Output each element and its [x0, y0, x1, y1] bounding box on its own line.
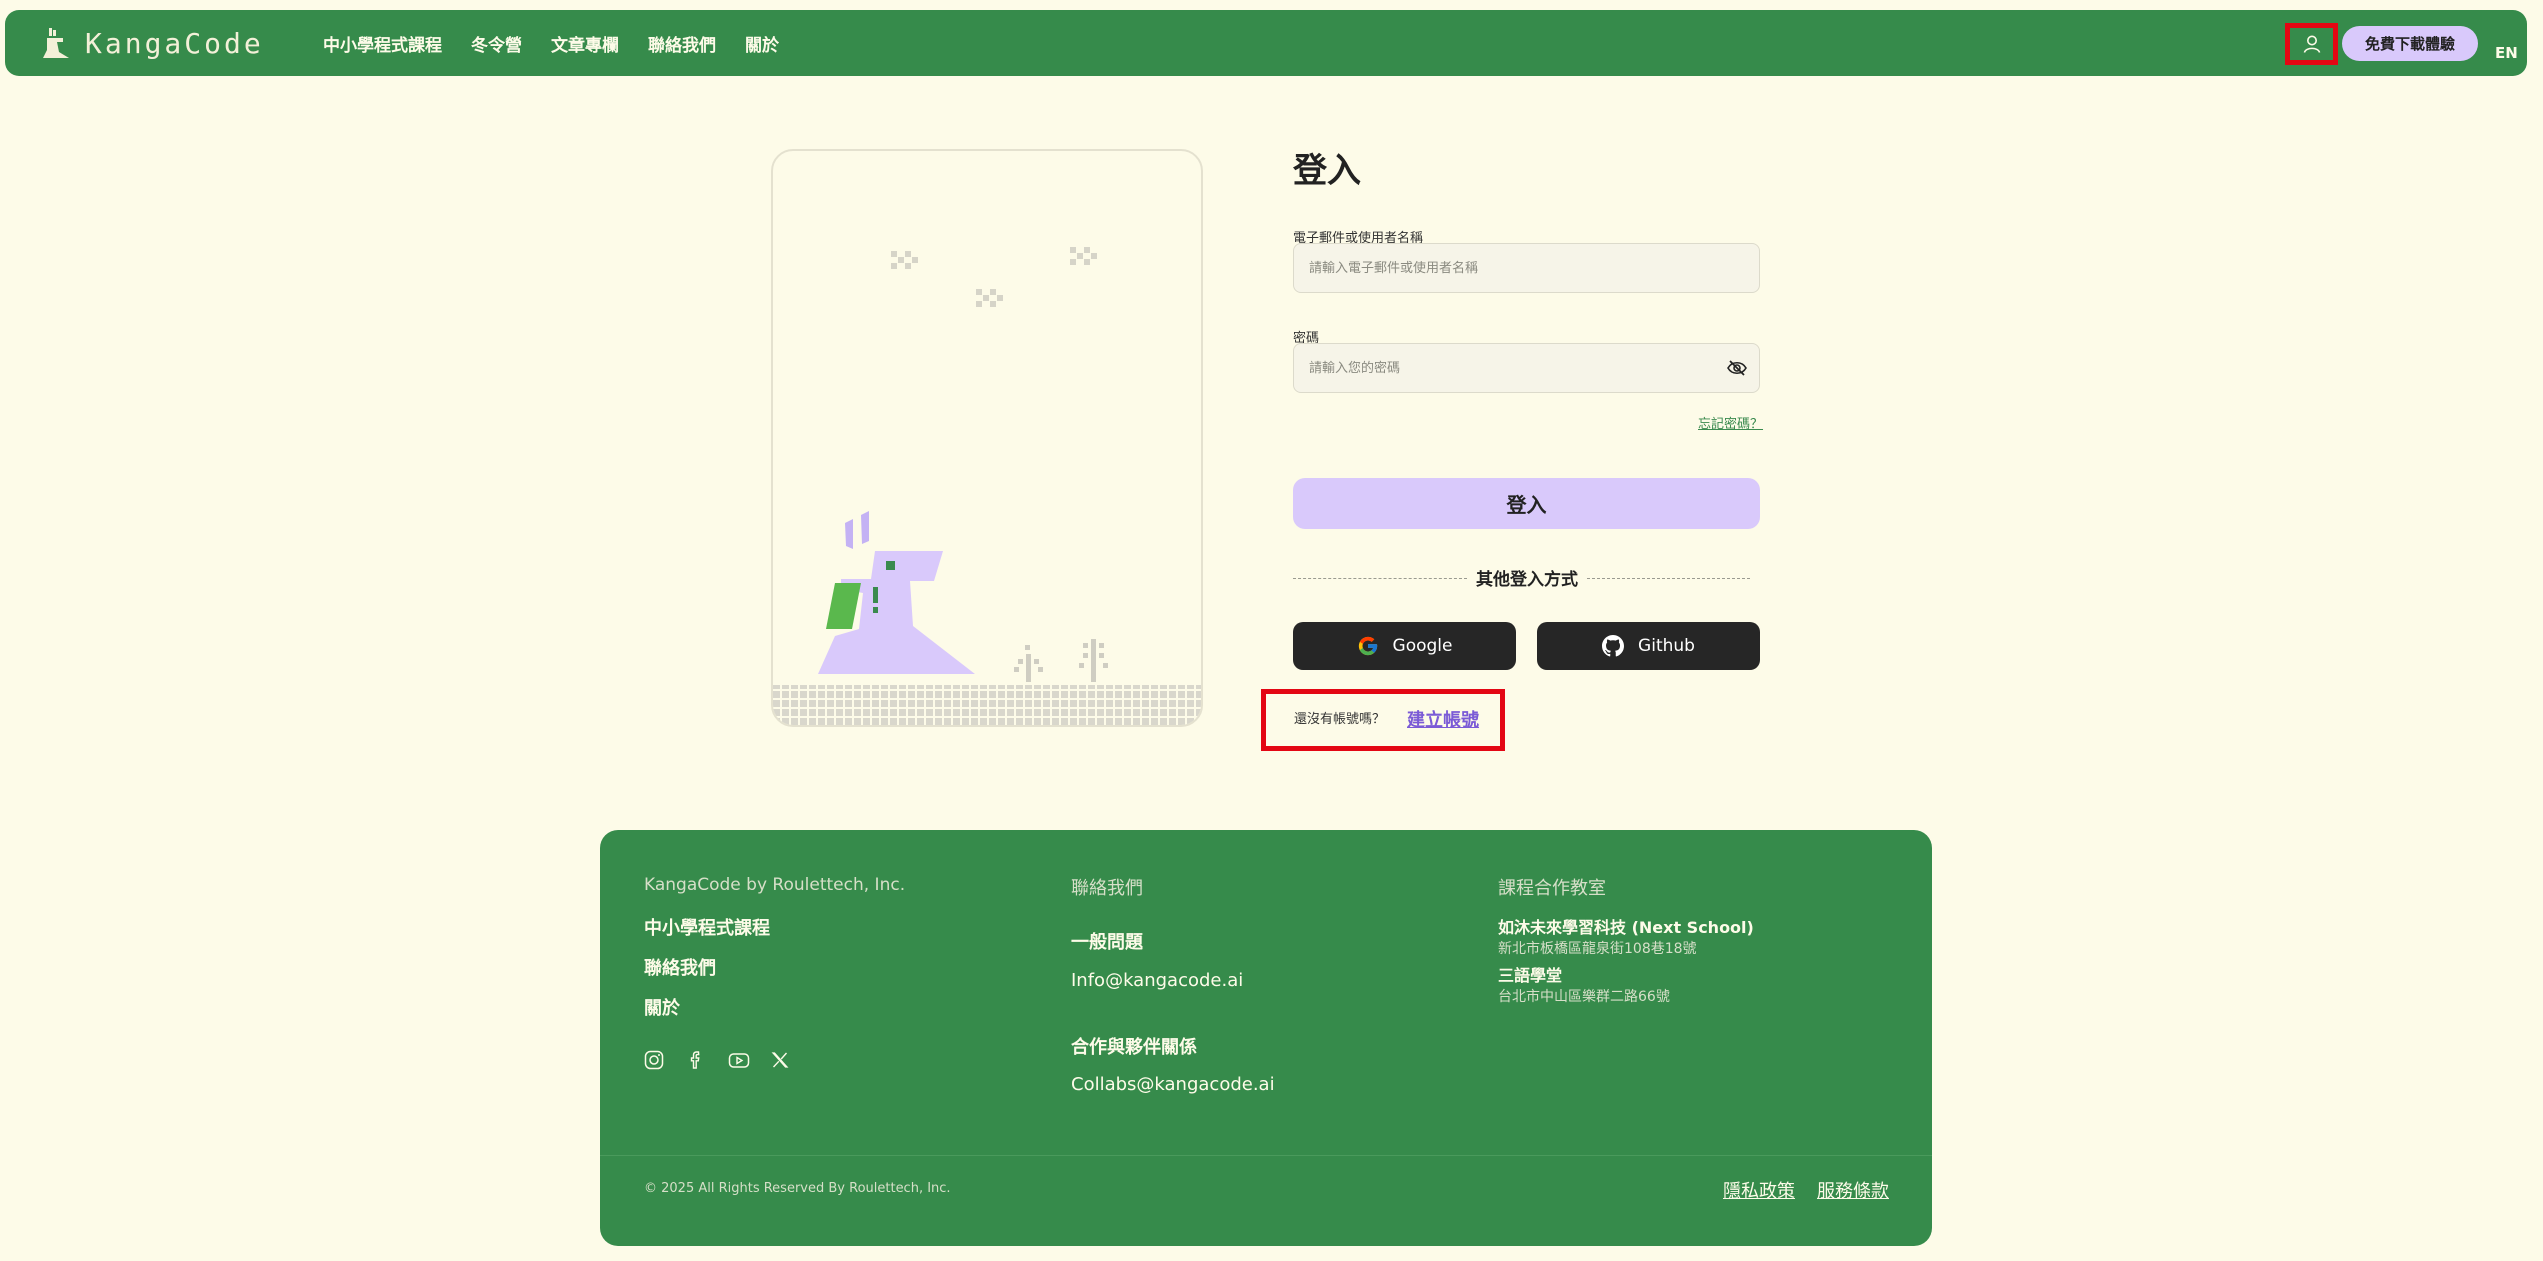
nav-winter-camp[interactable]: 冬令營 — [471, 31, 522, 56]
footer-partner-name: 三語學堂 — [1498, 966, 1563, 985]
nav-about[interactable]: 關於 — [745, 31, 779, 56]
other-login-methods-label: 其他登入方式 — [1476, 570, 1578, 590]
nav-contact[interactable]: 聯絡我們 — [648, 31, 716, 56]
footer-company-name: KangaCode by Roulettech, Inc. — [644, 875, 906, 895]
footer-partner-name: 如沐未來學習科技 (Next School) — [1498, 918, 1754, 937]
footer-link-about[interactable]: 關於 — [644, 994, 680, 1020]
top-navbar: KangaCode 中小學程式課程 冬令營 文章專欄 聯絡我們 關於 免費下載體… — [5, 10, 2527, 76]
user-account-button[interactable] — [2285, 23, 2338, 65]
no-account-text: 還沒有帳號嗎？ — [1294, 712, 1386, 727]
user-icon — [2303, 35, 2320, 53]
brand-logo[interactable]: KangaCode — [41, 26, 264, 60]
footer-contact-heading: 聯絡我們 — [1071, 878, 1143, 899]
footer-partner-address: 台北市中山區樂群二路66號 — [1498, 989, 1670, 1005]
google-icon — [1358, 636, 1377, 656]
footer-divider — [600, 1155, 1932, 1156]
forgot-password-link[interactable]: 忘記密碼？ — [1698, 413, 1763, 432]
site-footer: KangaCode by Roulettech, Inc. 中小學程式課程 聯絡… — [600, 830, 1932, 1246]
footer-collab-title: 合作與夥伴關係 — [1071, 1037, 1197, 1058]
footer-general-questions: 一般問題 — [1071, 932, 1143, 953]
x-icon[interactable] — [770, 1050, 790, 1070]
nav-articles[interactable]: 文章專欄 — [551, 31, 619, 56]
eye-slash-icon[interactable] — [1726, 358, 1748, 378]
divider-line-left — [1293, 578, 1467, 579]
footer-partners-heading: 課程合作教室 — [1498, 878, 1606, 899]
footer-copyright: © 2025 All Rights Reserved By Roulettech… — [644, 1181, 951, 1196]
login-title: 登入 — [1293, 151, 1361, 191]
youtube-icon[interactable] — [728, 1050, 750, 1070]
pixel-kangaroo-scene — [773, 247, 1201, 725]
main-nav: 中小學程式課程 冬令營 文章專欄 聯絡我們 關於 — [323, 10, 779, 76]
email-field[interactable] — [1293, 243, 1760, 293]
login-illustration — [771, 149, 1203, 727]
footer-link-contact[interactable]: 聯絡我們 — [644, 954, 716, 980]
divider-line-right — [1587, 578, 1750, 579]
brand-name: KangaCode — [85, 26, 264, 60]
language-toggle[interactable]: EN — [2495, 44, 2518, 62]
instagram-icon[interactable] — [644, 1050, 664, 1070]
github-login-button[interactable]: Github — [1537, 622, 1760, 670]
signup-prompt: 還沒有帳號嗎？ 建立帳號 — [1261, 689, 1505, 751]
login-button[interactable]: 登入 — [1293, 478, 1760, 529]
nav-courses[interactable]: 中小學程式課程 — [323, 31, 442, 56]
google-button-label: Google — [1392, 636, 1453, 656]
github-button-label: Github — [1638, 636, 1695, 656]
create-account-link[interactable]: 建立帳號 — [1407, 706, 1479, 732]
privacy-policy-link[interactable]: 隱私政策 — [1723, 1177, 1795, 1203]
footer-partner-address: 新北市板橋區龍泉街108巷18號 — [1498, 941, 1697, 957]
password-field[interactable] — [1293, 343, 1760, 393]
kangaroo-logo-icon — [43, 28, 69, 58]
github-icon — [1602, 635, 1625, 657]
footer-social-links — [644, 1050, 790, 1070]
terms-of-service-link[interactable]: 服務條款 — [1817, 1177, 1889, 1203]
footer-collab-email[interactable]: Collabs@kangacode.ai — [1071, 1074, 1275, 1095]
footer-general-email[interactable]: Info@kangacode.ai — [1071, 970, 1243, 991]
free-download-button[interactable]: 免費下載體驗 — [2342, 26, 2478, 61]
google-login-button[interactable]: Google — [1293, 622, 1516, 670]
facebook-icon[interactable] — [686, 1050, 706, 1070]
footer-link-courses[interactable]: 中小學程式課程 — [644, 914, 770, 940]
